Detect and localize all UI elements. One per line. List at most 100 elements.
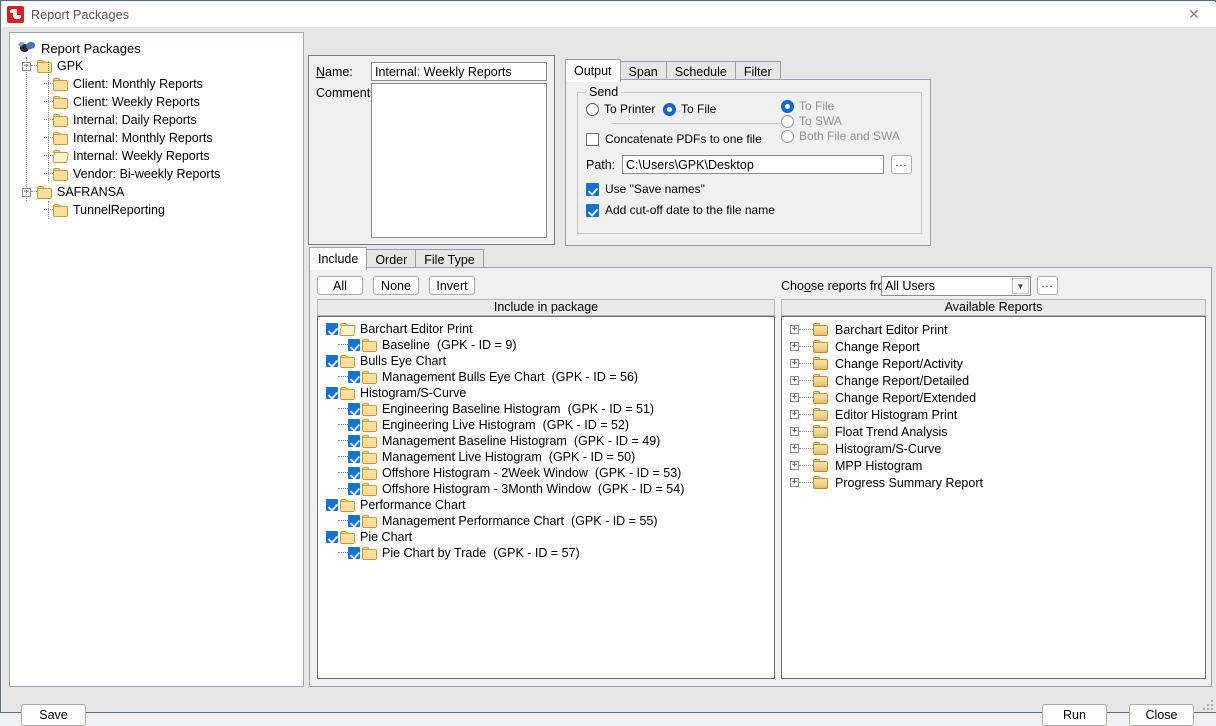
selection-button-group[interactable]: All None Invert	[317, 276, 485, 295]
include-row-checkbox[interactable]	[348, 435, 360, 447]
include-row-checkbox[interactable]	[326, 499, 338, 511]
include-row[interactable]: Bulls Eye Chart	[318, 353, 774, 369]
comments-textarea[interactable]	[371, 83, 547, 238]
radio-dest-both[interactable]: Both File and SWA	[781, 129, 900, 143]
report-packages-tree[interactable]: Report Packages − GPK Client: Monthly Repor…	[9, 32, 304, 687]
checkbox-add-cutoff-date[interactable]: Add cut-off date to the file name	[586, 203, 775, 217]
include-row-checkbox[interactable]	[348, 547, 360, 559]
available-row[interactable]: + Editor Histogram Print	[782, 406, 1205, 423]
tree-expand-icon[interactable]: +	[790, 461, 799, 470]
radio-dest-to-file[interactable]: To File	[781, 99, 834, 113]
tree-root-node[interactable]: Report Packages	[10, 39, 303, 57]
include-row[interactable]: Management Live Histogram (GPK - ID = 50)	[318, 449, 774, 465]
available-row[interactable]: + Change Report/Activity	[782, 355, 1205, 372]
close-icon[interactable]: ✕	[1172, 2, 1216, 27]
select-none-button[interactable]: None	[373, 276, 419, 295]
resize-grip[interactable]	[1201, 698, 1213, 710]
include-row-label: Barchart Editor Print	[360, 322, 473, 336]
tree-expand-icon[interactable]: +	[790, 325, 799, 334]
include-row-checkbox[interactable]	[326, 355, 338, 367]
chevron-down-icon[interactable]: ▼	[1012, 278, 1029, 294]
tree-item-gpk[interactable]: − GPK	[10, 57, 303, 75]
tree-item-internal-weekly-reports[interactable]: Internal: Weekly Reports	[10, 147, 303, 165]
include-row-checkbox[interactable]	[348, 467, 360, 479]
include-row-checkbox[interactable]	[326, 323, 338, 335]
available-row[interactable]: + Change Report	[782, 338, 1205, 355]
tree-expand-icon[interactable]: +	[790, 478, 799, 487]
include-row-checkbox[interactable]	[348, 371, 360, 383]
available-row[interactable]: + Change Report/Detailed	[782, 372, 1205, 389]
folder-open-icon	[339, 322, 356, 336]
include-row-checkbox[interactable]	[348, 419, 360, 431]
include-row[interactable]: Pie Chart	[318, 529, 774, 545]
tab-output[interactable]: Output	[565, 59, 621, 82]
available-row[interactable]: + MPP Histogram	[782, 457, 1205, 474]
folder-shaded-icon	[813, 323, 829, 336]
include-row[interactable]: Performance Chart	[318, 497, 774, 513]
available-row-label: Histogram/S-Curve	[835, 441, 942, 456]
tree-expand-icon[interactable]: +	[790, 376, 799, 385]
tree-expand-icon[interactable]: +	[790, 393, 799, 402]
checkbox-use-save-names-box	[586, 182, 599, 196]
include-row[interactable]: Management Performance Chart (GPK - ID = …	[318, 513, 774, 529]
tree-item-safransa[interactable]: − SAFRANSA	[10, 183, 303, 201]
tree-expand-icon[interactable]: +	[790, 359, 799, 368]
select-invert-button[interactable]: Invert	[429, 276, 475, 295]
include-row-checkbox[interactable]	[348, 451, 360, 463]
include-row[interactable]: Management Baseline Histogram (GPK - ID =…	[318, 433, 774, 449]
available-row[interactable]: + Progress Summary Report	[782, 474, 1205, 491]
available-reports-list[interactable]: + Barchart Editor Print + Change Report + Cha…	[781, 316, 1206, 679]
radio-to-file-dot	[663, 102, 676, 116]
tree-item-client-weekly-reports[interactable]: Client: Weekly Reports	[10, 93, 303, 111]
tab-label: Schedule	[674, 65, 727, 79]
checkbox-concatenate-pdfs[interactable]: Concatenate PDFs to one file	[586, 132, 762, 146]
radio-to-file[interactable]: To File	[663, 102, 716, 116]
include-row[interactable]: Barchart Editor Print	[318, 321, 774, 337]
include-row[interactable]: Management Bulls Eye Chart (GPK - ID = 56…	[318, 369, 774, 385]
tree-item-internal-daily-reports[interactable]: Internal: Daily Reports	[10, 111, 303, 129]
include-row-checkbox[interactable]	[326, 531, 338, 543]
tree-item-vendor-bi-weekly-reports[interactable]: Vendor: Bi-weekly Reports	[10, 165, 303, 183]
include-row-checkbox[interactable]	[348, 515, 360, 527]
path-input[interactable]	[622, 155, 884, 174]
include-row[interactable]: Engineering Live Histogram (GPK - ID = 52…	[318, 417, 774, 433]
available-row[interactable]: + Change Report/Extended	[782, 389, 1205, 406]
choose-reports-browse-button[interactable]: ...	[1037, 276, 1058, 295]
include-row-checkbox[interactable]	[348, 403, 360, 415]
tree-expand-icon[interactable]: +	[790, 444, 799, 453]
tree-expand-icon[interactable]: +	[790, 410, 799, 419]
tree-expand-icon[interactable]: +	[790, 427, 799, 436]
available-row[interactable]: + Barchart Editor Print	[782, 321, 1205, 338]
available-row[interactable]: + Float Trend Analysis	[782, 423, 1205, 440]
include-row[interactable]: Offshore Histogram - 3Month Window (GPK -…	[318, 481, 774, 497]
include-row-detail: (GPK - ID = 56)	[551, 370, 639, 384]
include-in-package-list[interactable]: Barchart Editor Print Baseline (GPK - ID =…	[317, 316, 775, 679]
available-row[interactable]: + Histogram/S-Curve	[782, 440, 1205, 457]
include-row-checkbox[interactable]	[348, 339, 360, 351]
run-button[interactable]: Run	[1042, 704, 1107, 726]
tree-expand-icon[interactable]: +	[790, 342, 799, 351]
include-row[interactable]: Offshore Histogram - 2Week Window (GPK - …	[318, 465, 774, 481]
radio-to-printer[interactable]: To Printer	[586, 102, 655, 116]
folder-icon	[37, 59, 53, 73]
tree-item-client-monthly-reports[interactable]: Client: Monthly Reports	[10, 75, 303, 93]
path-browse-button[interactable]: ...	[891, 155, 912, 174]
include-row[interactable]: Pie Chart by Trade (GPK - ID = 57)	[318, 545, 774, 561]
client-area: Report Packages − GPK Client: Monthly Repor…	[2, 27, 1216, 726]
tree-item-tunnelreporting[interactable]: TunnelReporting	[10, 201, 303, 219]
include-row[interactable]: Histogram/S-Curve	[318, 385, 774, 401]
save-button[interactable]: Save	[21, 704, 86, 726]
tab-include[interactable]: Include	[309, 247, 368, 270]
package-details-box: Name: Comments:	[308, 55, 555, 245]
include-row[interactable]: Baseline (GPK - ID = 9)	[318, 337, 774, 353]
choose-reports-from-select[interactable]: All Users ▼	[881, 276, 1031, 296]
radio-dest-to-swa[interactable]: To SWA	[781, 114, 842, 128]
include-row-checkbox[interactable]	[326, 387, 338, 399]
select-all-button[interactable]: All	[317, 276, 363, 295]
tree-item-internal-monthly-reports[interactable]: Internal: Monthly Reports	[10, 129, 303, 147]
close-button[interactable]: Close	[1129, 704, 1194, 726]
name-input[interactable]	[371, 62, 547, 81]
checkbox-use-save-names[interactable]: Use "Save names"	[586, 182, 705, 196]
include-row-checkbox[interactable]	[348, 483, 360, 495]
include-row[interactable]: Engineering Baseline Histogram (GPK - ID …	[318, 401, 774, 417]
